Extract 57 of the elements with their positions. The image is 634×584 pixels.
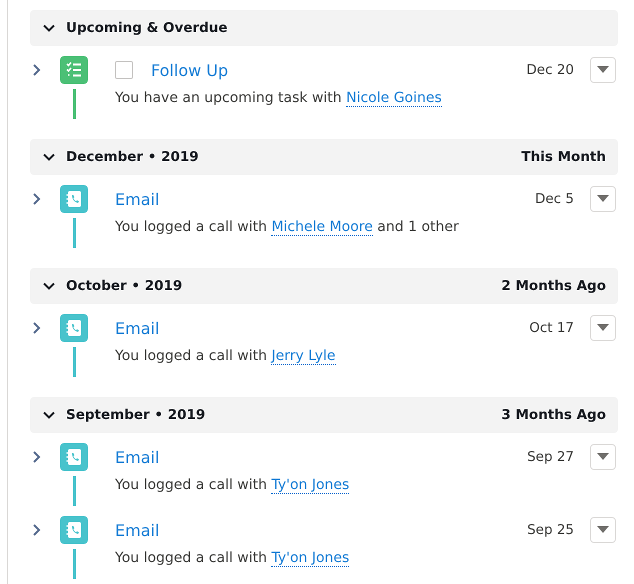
- timeline-line: [72, 347, 76, 377]
- task-checkbox[interactable]: [115, 61, 133, 79]
- activity-title-link[interactable]: Follow Up: [151, 60, 228, 80]
- caret-down-icon: [597, 526, 609, 534]
- contact-link[interactable]: Nicole Goines: [346, 90, 442, 107]
- dropdown-button[interactable]: [590, 57, 616, 83]
- section-period: This Month: [521, 149, 606, 165]
- activity-date: Dec 5: [534, 191, 574, 207]
- section-period: 3 Months Ago: [501, 407, 606, 423]
- dropdown-button[interactable]: [590, 444, 616, 470]
- activity-description: You have an upcoming task with Nicole Goines: [115, 89, 443, 109]
- activity-title-link[interactable]: Email: [115, 190, 160, 208]
- section-header[interactable]: October • 2019 2 Months Ago: [30, 268, 618, 304]
- section-header[interactable]: September • 2019 3 Months Ago: [30, 397, 618, 433]
- activity-description: You logged a call with Michele Moore and 1 other: [115, 218, 460, 238]
- phone-book-icon: [60, 314, 88, 342]
- phone-book-icon: [60, 185, 88, 213]
- chevron-right-icon: [32, 192, 42, 206]
- contact-link[interactable]: Ty'on Jones: [271, 550, 350, 567]
- phone-book-icon: [60, 516, 88, 544]
- section-header[interactable]: December • 2019 This Month: [30, 139, 618, 175]
- section-title: September • 2019: [66, 407, 206, 423]
- activity-title-link[interactable]: Email: [115, 448, 160, 466]
- dropdown-button[interactable]: [590, 186, 616, 212]
- section-title: October • 2019: [66, 278, 182, 294]
- section-title: Upcoming & Overdue: [66, 20, 228, 36]
- section-title: December • 2019: [66, 149, 199, 165]
- contact-link[interactable]: Jerry Lyle: [271, 348, 336, 365]
- caret-down-icon: [597, 324, 609, 332]
- activity-date: Oct 17: [529, 320, 574, 336]
- chevron-right-icon: [32, 523, 42, 537]
- dropdown-button[interactable]: [590, 517, 616, 543]
- caret-down-icon: [597, 195, 609, 203]
- dropdown-button[interactable]: [590, 315, 616, 341]
- activity-description: You logged a call with Ty'on Jones: [115, 549, 350, 569]
- timeline-line: [72, 549, 76, 579]
- activity-date: Dec 20: [526, 62, 574, 78]
- timeline-line: [72, 89, 76, 119]
- activity-description: You logged a call with Ty'on Jones: [115, 476, 350, 496]
- timeline-line: [72, 476, 76, 506]
- contact-link[interactable]: Ty'on Jones: [271, 477, 350, 494]
- caret-down-icon: [597, 453, 609, 461]
- chevron-right-icon: [32, 321, 42, 335]
- activity-description: You logged a call with Jerry Lyle: [115, 347, 336, 367]
- section-header[interactable]: Upcoming & Overdue: [30, 10, 618, 46]
- activity-date: Sep 25: [527, 522, 574, 538]
- section-period: 2 Months Ago: [501, 278, 606, 294]
- timeline-line: [72, 218, 76, 248]
- task-list-icon: [60, 56, 88, 84]
- contact-link[interactable]: Michele Moore: [271, 219, 373, 236]
- activity-title-link[interactable]: Email: [115, 520, 160, 540]
- caret-down-icon: [597, 66, 609, 74]
- activity-title-link[interactable]: Email: [115, 318, 160, 338]
- activity-date: Sep 27: [527, 449, 574, 465]
- chevron-right-icon: [32, 63, 42, 77]
- chevron-right-icon: [32, 450, 42, 464]
- phone-book-icon: [60, 443, 88, 471]
